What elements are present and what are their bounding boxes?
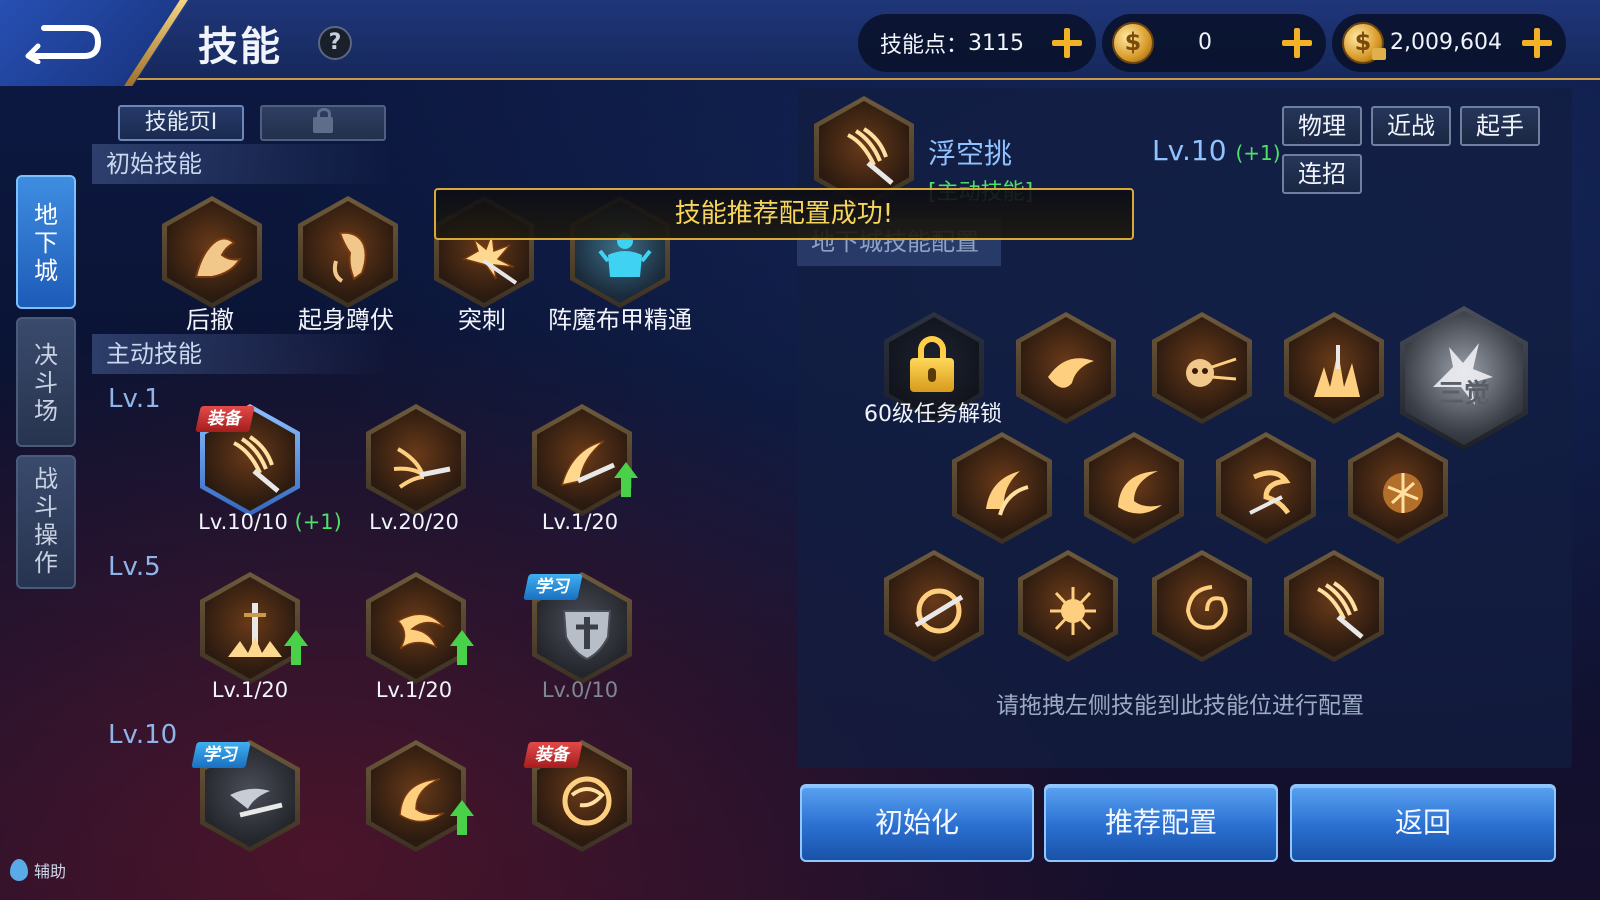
add-coin-b-button[interactable] — [1520, 26, 1554, 60]
add-skill-points-button[interactable] — [1050, 26, 1084, 60]
learn-badge: 学习 — [523, 574, 583, 600]
equip-badge: 装备 — [195, 406, 255, 432]
tab-skill-page-locked[interactable] — [260, 105, 386, 141]
coin-icon: $ — [1112, 22, 1154, 64]
upgrade-arrow-icon — [284, 630, 308, 666]
side-tabs: 地 下 城 决 斗 场 战 斗 操 作 — [16, 175, 76, 597]
lock-icon — [313, 108, 333, 133]
assist-label: 辅助 — [34, 862, 67, 881]
tab-dungeon[interactable]: 地 下 城 — [16, 175, 76, 309]
coin-b-value: 2,009,604 — [1390, 30, 1502, 55]
back-arrow-icon — [25, 25, 102, 64]
flame-icon — [10, 859, 28, 881]
skill-name: 阵魔布甲精通 — [548, 306, 692, 334]
tab-char: 场 — [34, 397, 58, 425]
back-arrow-button[interactable] — [0, 0, 190, 86]
level-value: Lv.10/10 — [198, 510, 288, 534]
coin-b-box: $ 2,009,604 — [1332, 14, 1566, 72]
help-icon[interactable]: ? — [318, 26, 352, 60]
tab-arena[interactable]: 决 斗 场 — [16, 317, 76, 447]
add-coin-a-button[interactable] — [1280, 26, 1314, 60]
success-toast: 技能推荐配置成功! — [434, 188, 1134, 240]
tab-char: 决 — [34, 341, 58, 369]
coin-a-box: $ 0 — [1102, 14, 1326, 72]
active-skills-header: 主动技能 — [92, 334, 392, 374]
tab-skill-page-1[interactable]: 技能页Ⅰ — [118, 105, 244, 141]
top-bar: 技能 ? 技能点： 3115 $ 0 $ 2,009,604 — [0, 0, 1600, 86]
tab-char: 斗 — [34, 369, 58, 397]
initial-skills-header: 初始技能 — [92, 144, 392, 184]
tab-char: 地 — [34, 201, 58, 229]
equip-badge: 装备 — [523, 742, 583, 768]
drag-hint: 请拖拽左侧技能到此技能位进行配置 — [996, 693, 1364, 719]
tab-char: 战 — [34, 465, 58, 493]
upgrade-arrow-icon — [450, 800, 474, 836]
padlock-icon — [910, 336, 954, 394]
upgrade-arrow-icon — [450, 630, 474, 666]
skill-level: Lv.0/10 — [541, 678, 619, 702]
tag-melee: 近战 — [1371, 106, 1451, 146]
tier-label: Lv.1 — [108, 384, 161, 414]
tag-starter: 起手 — [1460, 106, 1540, 146]
page-title: 技能 — [198, 24, 282, 70]
tab-char: 操 — [34, 521, 58, 549]
skill-points-label: 技能点： — [880, 33, 969, 58]
skill-points-box: 技能点： 3115 — [858, 14, 1096, 72]
learn-badge: 学习 — [191, 742, 251, 768]
tier-label: Lv.10 — [108, 720, 178, 750]
level-bonus: (+1) — [1235, 141, 1281, 165]
skill-level: Lv.1/20 — [211, 678, 289, 702]
awakening-label: 三觉 — [1437, 379, 1490, 409]
return-button[interactable]: 返回 — [1290, 784, 1556, 862]
upgrade-arrow-icon — [614, 462, 638, 498]
tab-char: 城 — [34, 257, 58, 285]
tag-physical: 物理 — [1282, 106, 1362, 146]
skill-level: Lv.20/20 — [369, 510, 459, 534]
level-value: Lv.10 — [1152, 134, 1227, 167]
skill-level: Lv.1/20 — [541, 510, 619, 534]
coin-a-value: 0 — [1198, 30, 1212, 55]
recommend-config-button[interactable]: 推荐配置 — [1044, 784, 1278, 862]
skill-points-value: 3115 — [968, 30, 1025, 56]
reset-button[interactable]: 初始化 — [800, 784, 1034, 862]
unlock-requirement: 60级任务解锁 — [864, 402, 1002, 427]
lock-icon — [1372, 48, 1386, 60]
tier-label: Lv.5 — [108, 552, 161, 582]
tab-char: 作 — [34, 549, 58, 577]
tag-combo: 连招 — [1282, 154, 1362, 194]
tab-char: 下 — [34, 229, 58, 257]
skill-level: Lv.1/20 — [375, 678, 453, 702]
selected-skill-name: 浮空挑 — [928, 137, 1013, 170]
tab-char: 斗 — [34, 493, 58, 521]
selected-skill-level: Lv.10 (+1) — [1152, 134, 1281, 167]
tab-combat-controls[interactable]: 战 斗 操 作 — [16, 455, 76, 589]
assist-toggle[interactable]: 辅助 — [10, 858, 66, 882]
